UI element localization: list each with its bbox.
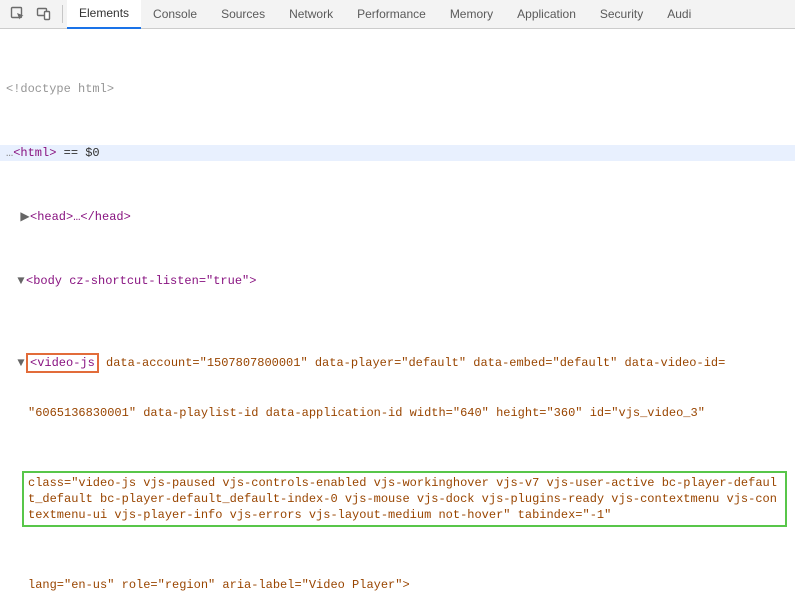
dom-videojs-class-highlight[interactable]: class="video-js vjs-paused vjs-controls-… xyxy=(22,471,787,527)
tab-application[interactable]: Application xyxy=(505,0,588,28)
device-toggle-icon[interactable] xyxy=(32,2,56,26)
tab-memory[interactable]: Memory xyxy=(438,0,505,28)
dom-videojs-attrs-3[interactable]: lang="en-us" role="region" aria-label="V… xyxy=(0,577,795,593)
dom-videojs-attrs-2[interactable]: "6065136830001" data-playlist-id data-ap… xyxy=(0,405,795,421)
dom-html-open[interactable]: …<html> == $0 xyxy=(0,145,795,161)
tab-sources[interactable]: Sources xyxy=(209,0,277,28)
tab-network[interactable]: Network xyxy=(277,0,345,28)
dom-videojs-open[interactable]: ▼<video-js data-account="1507807800001" … xyxy=(0,353,795,373)
tab-elements[interactable]: Elements xyxy=(67,0,141,29)
dom-head[interactable]: ▶<head>…</head> xyxy=(0,209,795,225)
tab-audits[interactable]: Audi xyxy=(655,0,703,28)
select-element-icon[interactable] xyxy=(6,2,30,26)
tab-performance[interactable]: Performance xyxy=(345,0,438,28)
tab-security[interactable]: Security xyxy=(588,0,655,28)
dom-doctype[interactable]: <!doctype html> xyxy=(6,82,114,96)
tab-console[interactable]: Console xyxy=(141,0,209,28)
dom-body-open[interactable]: ▼<body cz-shortcut-listen="true"> xyxy=(0,273,795,289)
elements-dom-tree[interactable]: <!doctype html> …<html> == $0 ▶<head>…</… xyxy=(0,29,795,601)
